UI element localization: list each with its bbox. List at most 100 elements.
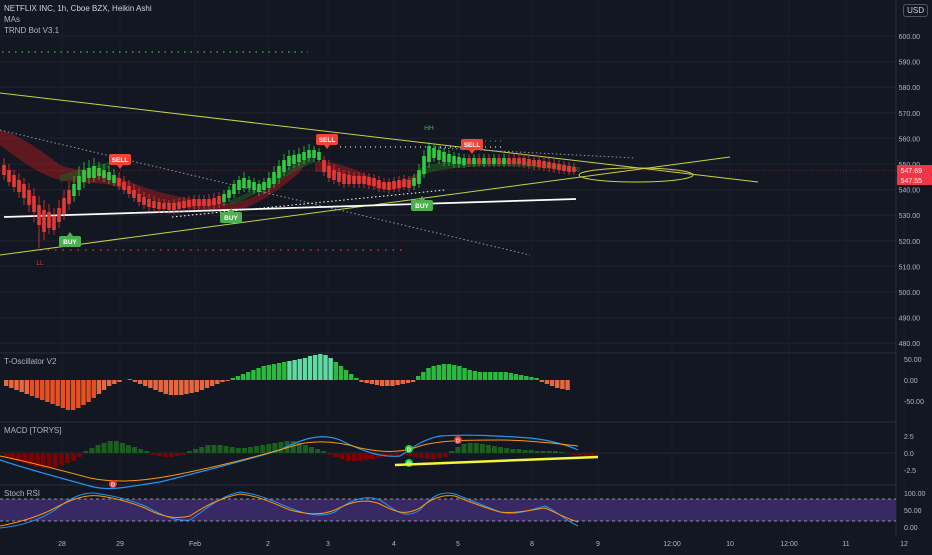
macd-bar <box>321 451 327 453</box>
candle-body <box>177 202 181 209</box>
time-tick: 10 <box>726 541 734 548</box>
candle-body <box>527 159 531 166</box>
macd-bar <box>241 448 247 453</box>
osc-bar <box>400 380 405 384</box>
macd-bar <box>394 453 400 455</box>
macd-bar <box>58 453 64 465</box>
macd-title[interactable]: MACD [TORYS] <box>4 426 62 435</box>
osc-bar <box>204 380 210 388</box>
time-tick: 3 <box>326 541 330 548</box>
candle-body <box>467 158 471 164</box>
osc-bar <box>24 380 29 394</box>
osc-bar <box>153 380 158 390</box>
osc-bar <box>4 380 9 386</box>
candle-body <box>2 165 6 175</box>
oscillator-title[interactable]: T-Oscillator V2 <box>4 357 56 366</box>
candle-body <box>327 166 331 178</box>
osc-bar <box>338 366 344 380</box>
osc-bar <box>70 380 76 410</box>
hh-label: HH <box>424 125 434 132</box>
osc-bar <box>349 374 354 380</box>
candle-body <box>187 200 191 207</box>
price-tick: 530.00 <box>899 213 921 220</box>
macd-bar <box>461 444 467 453</box>
osc-bar <box>19 380 24 392</box>
candle-body <box>312 150 316 158</box>
osc-bar <box>96 380 102 394</box>
macd-bar <box>65 453 70 463</box>
candle-body <box>102 170 106 178</box>
macd-bar <box>498 447 504 453</box>
osc-bar <box>65 380 71 410</box>
osc-bar <box>60 380 66 408</box>
candle-body <box>217 196 221 204</box>
candle-body <box>252 182 256 190</box>
candle-body <box>352 176 356 184</box>
candle-body <box>132 190 136 198</box>
osc-tick: 50.00 <box>904 357 922 364</box>
osc-bar <box>493 372 498 380</box>
price-tick: 590.00 <box>899 60 921 67</box>
macd-bar <box>302 445 308 453</box>
macd-bar <box>351 453 357 461</box>
macd-bar <box>4 453 9 457</box>
macd-bar <box>589 453 595 456</box>
candle-body <box>272 172 276 184</box>
osc-bar <box>318 354 323 380</box>
candle-body <box>547 162 551 168</box>
candle-body <box>367 177 371 185</box>
macd-bar <box>46 453 52 468</box>
price-chart[interactable]: BUYSELLBUYSELLBUYSELLHHLL DDDD 600.00590… <box>0 0 932 550</box>
macd-tick: -2.5 <box>904 468 916 475</box>
osc-bar <box>297 359 302 380</box>
candle-body <box>287 156 291 166</box>
candle-body <box>72 184 76 196</box>
candle-body <box>107 172 111 180</box>
osc-bar <box>508 373 514 380</box>
macd-bar <box>150 453 156 455</box>
candle-body <box>222 194 226 202</box>
candle-body <box>402 179 406 187</box>
macd-bar <box>559 452 565 453</box>
candle-body <box>117 178 121 186</box>
macd-bar <box>199 447 205 453</box>
macd-bar <box>418 453 424 458</box>
osc-bar <box>519 375 524 380</box>
candle-body <box>442 152 446 162</box>
price-tick: 560.00 <box>899 136 921 143</box>
currency-button[interactable]: USD <box>903 4 928 17</box>
candle-body <box>552 163 556 169</box>
osc-bar <box>503 372 508 380</box>
macd-bar <box>528 450 534 453</box>
candle-body <box>447 154 451 162</box>
indicator-mas[interactable]: MAs <box>4 15 20 24</box>
macd-bar <box>260 445 266 453</box>
osc-bar <box>431 366 436 380</box>
candle-body <box>532 160 536 166</box>
candle-body <box>172 203 176 210</box>
osc-bar <box>498 372 503 380</box>
indicator-trnd-bot[interactable]: TRND Bot V3.1 <box>4 26 59 35</box>
macd-bar <box>180 453 186 455</box>
time-tick: 12 <box>900 541 908 548</box>
macd-bar <box>266 444 272 453</box>
candle-body <box>507 158 511 164</box>
osc-bar <box>91 380 96 398</box>
candle-body <box>492 158 496 164</box>
macd-bar <box>565 453 571 454</box>
stoch-title[interactable]: Stoch RSI <box>4 489 40 498</box>
candle-body <box>162 203 166 209</box>
macd-bar <box>193 449 199 453</box>
osc-bar <box>359 380 364 382</box>
osc-bar <box>230 378 235 380</box>
osc-bar <box>266 365 272 380</box>
time-tick: 2 <box>266 541 270 548</box>
candle-body <box>482 158 486 164</box>
macd-bar <box>479 444 485 453</box>
candle-body <box>47 212 51 228</box>
macd-bar <box>577 453 583 455</box>
osc-bar <box>137 380 143 384</box>
candle-body <box>242 178 246 188</box>
osc-bar <box>313 355 318 380</box>
macd-bar <box>229 447 235 453</box>
